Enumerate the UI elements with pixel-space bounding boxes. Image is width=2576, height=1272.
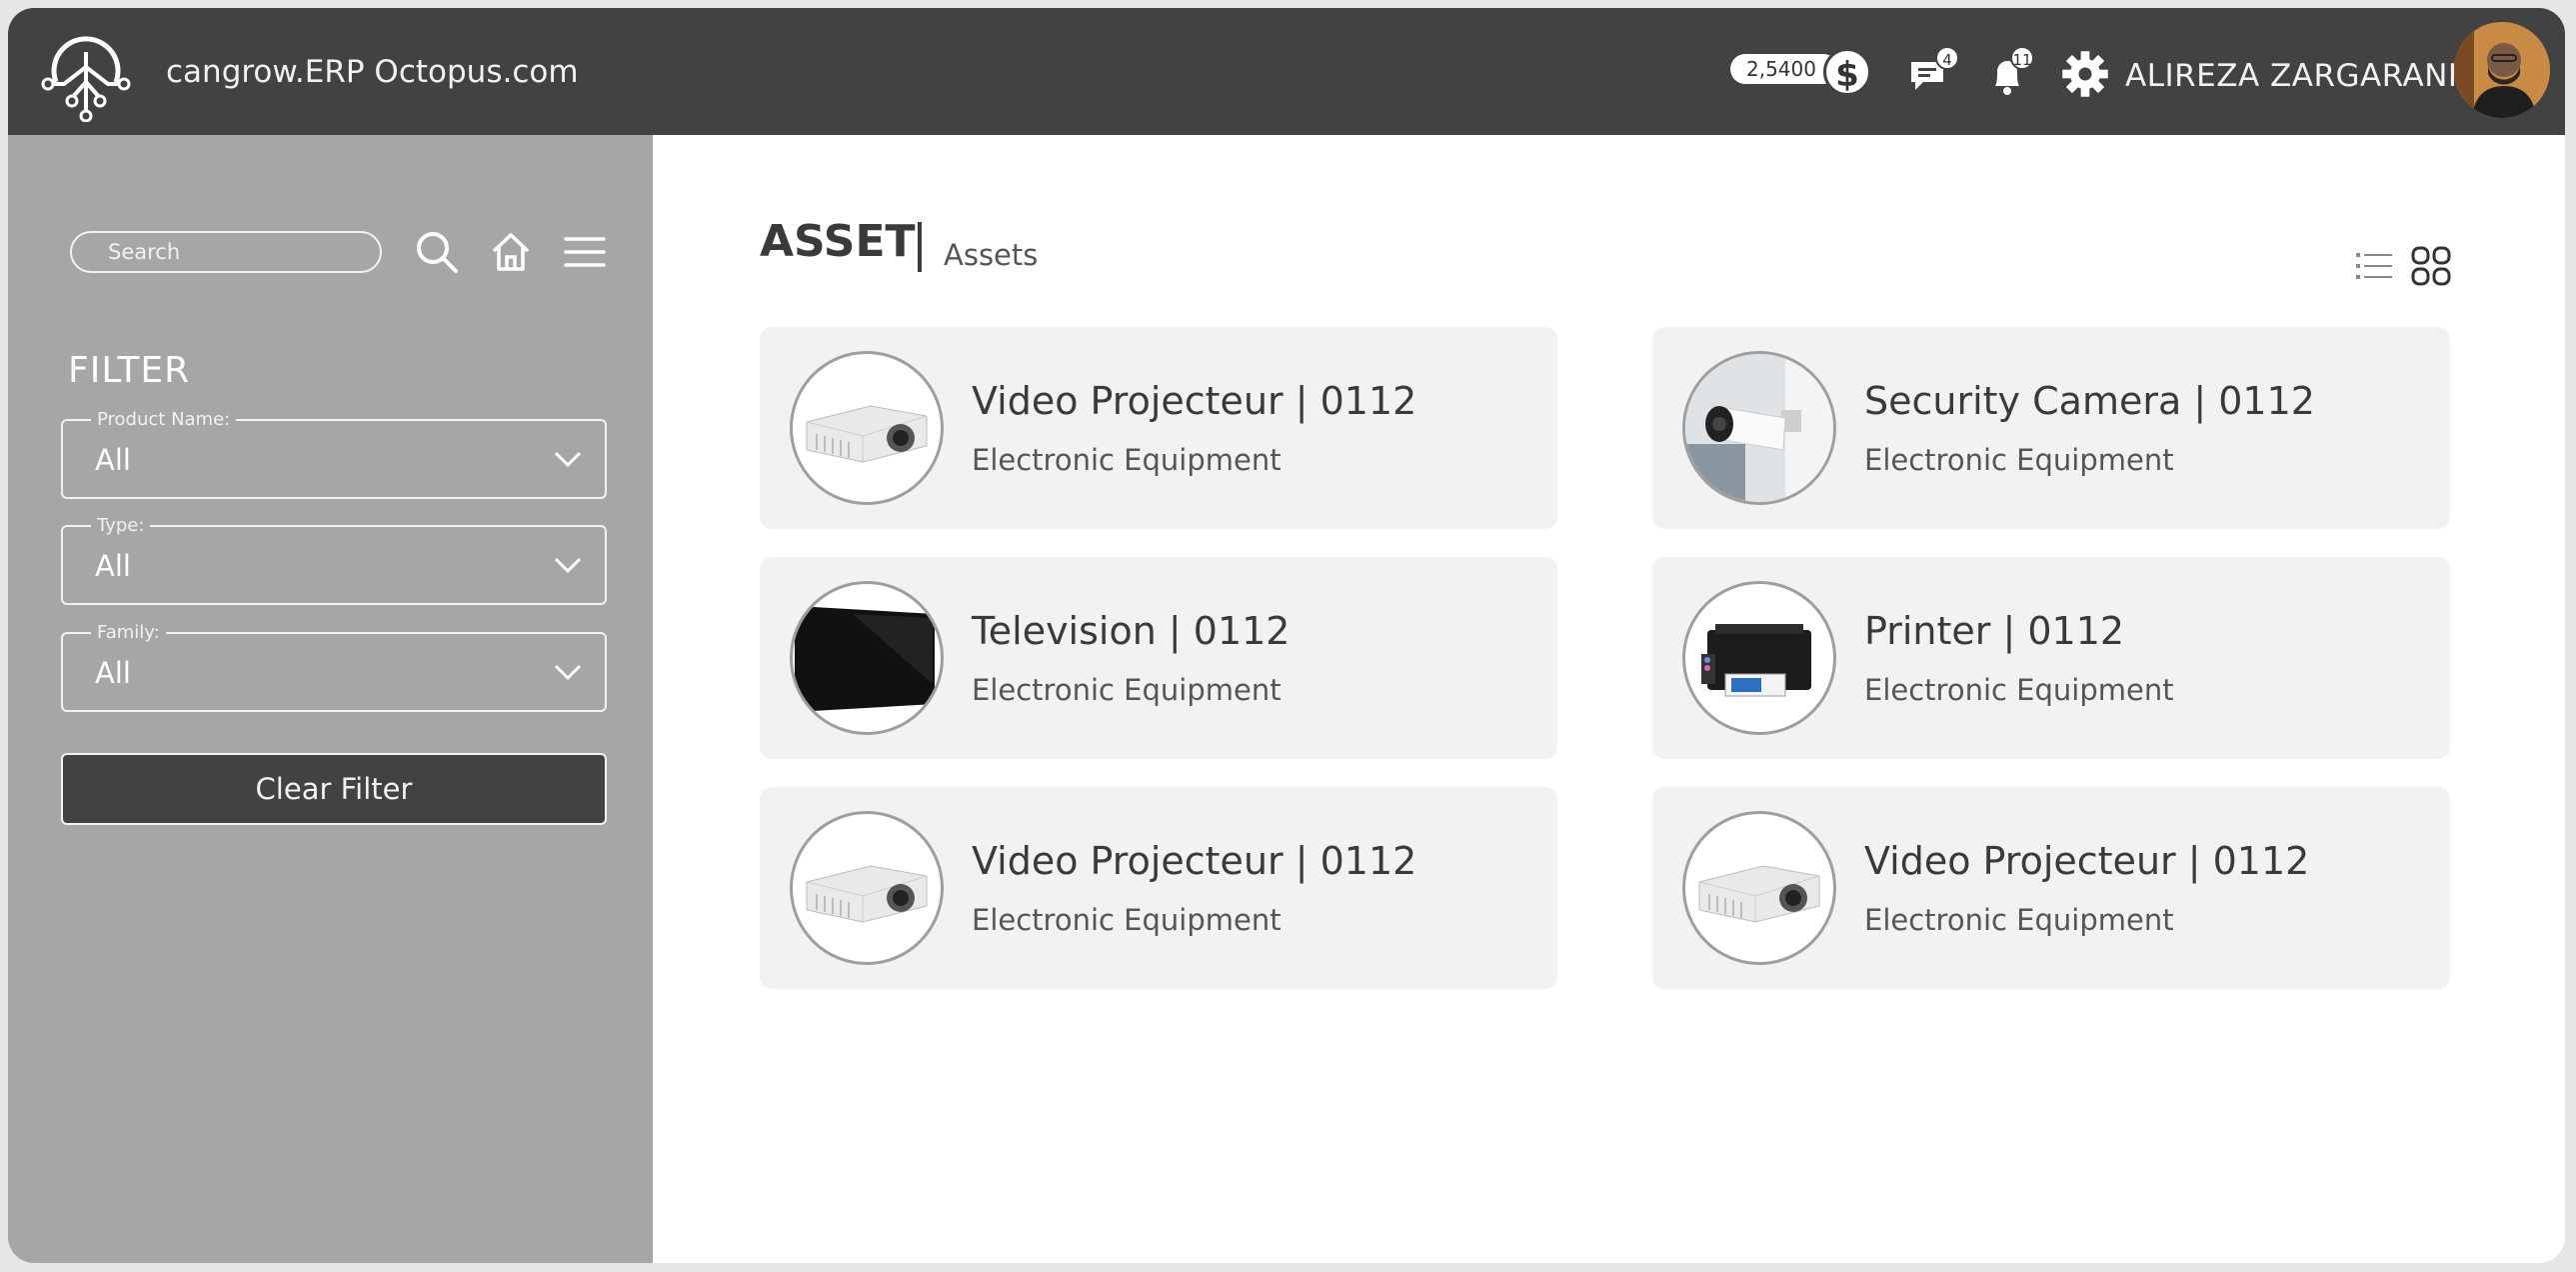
page-title: ASSET bbox=[760, 216, 916, 267]
asset-title: Video Projecteur | 0112 bbox=[972, 839, 1417, 883]
dollar-icon[interactable]: $ bbox=[1823, 48, 1871, 96]
asset-card[interactable]: Security Camera | 0112 Electronic Equipm… bbox=[1652, 327, 2450, 529]
asset-category: Electronic Equipment bbox=[972, 673, 1282, 707]
field-value: All bbox=[95, 443, 131, 477]
projector-image bbox=[790, 351, 944, 505]
gear-icon[interactable] bbox=[2059, 48, 2111, 100]
octopus-logo-icon[interactable] bbox=[36, 22, 136, 122]
field-label: Product Name: bbox=[91, 409, 237, 430]
chevron-down-icon[interactable] bbox=[553, 660, 583, 684]
sidebar: FILTER Product Name: All Type: All Famil… bbox=[8, 135, 653, 1263]
balance-badge[interactable]: 2,5400 bbox=[1730, 54, 1838, 84]
projector-image bbox=[1682, 811, 1836, 965]
asset-category: Electronic Equipment bbox=[1864, 903, 2174, 937]
notifications-count-badge: 11 bbox=[2010, 46, 2034, 70]
product-name-filter[interactable]: Product Name: All bbox=[61, 409, 607, 499]
projector-image bbox=[790, 811, 944, 965]
filter-title: FILTER bbox=[68, 350, 191, 391]
user-name[interactable]: ALIREZA ZARGARANI bbox=[2125, 58, 2458, 94]
grid-view-icon[interactable] bbox=[2409, 244, 2453, 288]
asset-title: Television | 0112 bbox=[972, 609, 1290, 653]
television-image bbox=[790, 581, 944, 735]
breadcrumb[interactable]: Assets bbox=[944, 238, 1038, 272]
asset-title: Printer | 0112 bbox=[1864, 609, 2125, 653]
home-icon[interactable] bbox=[486, 227, 536, 277]
chevron-down-icon[interactable] bbox=[553, 447, 583, 471]
field-value: All bbox=[95, 549, 131, 583]
messages-count-badge: 4 bbox=[1935, 46, 1959, 70]
asset-card[interactable]: Video Projecteur | 0112 Electronic Equip… bbox=[760, 787, 1557, 989]
asset-title: Video Projecteur | 0112 bbox=[1864, 839, 2310, 883]
asset-card[interactable]: Printer | 0112 Electronic Equipment bbox=[1652, 557, 2450, 759]
asset-card[interactable]: Video Projecteur | 0112 Electronic Equip… bbox=[1652, 787, 2450, 989]
asset-category: Electronic Equipment bbox=[972, 903, 1282, 937]
list-view-icon[interactable] bbox=[2352, 244, 2396, 288]
security-camera-image bbox=[1682, 351, 1836, 505]
asset-card[interactable]: Television | 0112 Electronic Equipment bbox=[760, 557, 1557, 759]
asset-category: Electronic Equipment bbox=[1864, 443, 2174, 477]
asset-category: Electronic Equipment bbox=[972, 443, 1282, 477]
printer-image bbox=[1682, 581, 1836, 735]
field-label: Type: bbox=[91, 515, 151, 536]
site-title: cangrow.ERP Octopus.com bbox=[166, 54, 579, 90]
clear-filter-button[interactable]: Clear Filter bbox=[61, 753, 607, 825]
type-filter[interactable]: Type: All bbox=[61, 515, 607, 605]
field-value: All bbox=[95, 656, 131, 690]
family-filter[interactable]: Family: All bbox=[61, 622, 607, 712]
field-label: Family: bbox=[91, 622, 166, 643]
search-box[interactable] bbox=[70, 231, 382, 273]
asset-title: Video Projecteur | 0112 bbox=[972, 379, 1417, 423]
top-bar: cangrow.ERP Octopus.com 2,5400 $ 4 11 AL… bbox=[8, 8, 2565, 135]
asset-category: Electronic Equipment bbox=[1864, 673, 2174, 707]
asset-card[interactable]: Video Projecteur | 0112 Electronic Equip… bbox=[760, 327, 1557, 529]
menu-icon[interactable] bbox=[560, 227, 610, 277]
chevron-down-icon[interactable] bbox=[553, 553, 583, 577]
search-icon[interactable] bbox=[412, 227, 462, 277]
asset-title: Security Camera | 0112 bbox=[1864, 379, 2315, 423]
avatar[interactable] bbox=[2454, 22, 2550, 118]
title-divider bbox=[918, 222, 922, 272]
app-window: cangrow.ERP Octopus.com 2,5400 $ 4 11 AL… bbox=[8, 8, 2565, 1263]
search-input[interactable] bbox=[106, 239, 370, 265]
